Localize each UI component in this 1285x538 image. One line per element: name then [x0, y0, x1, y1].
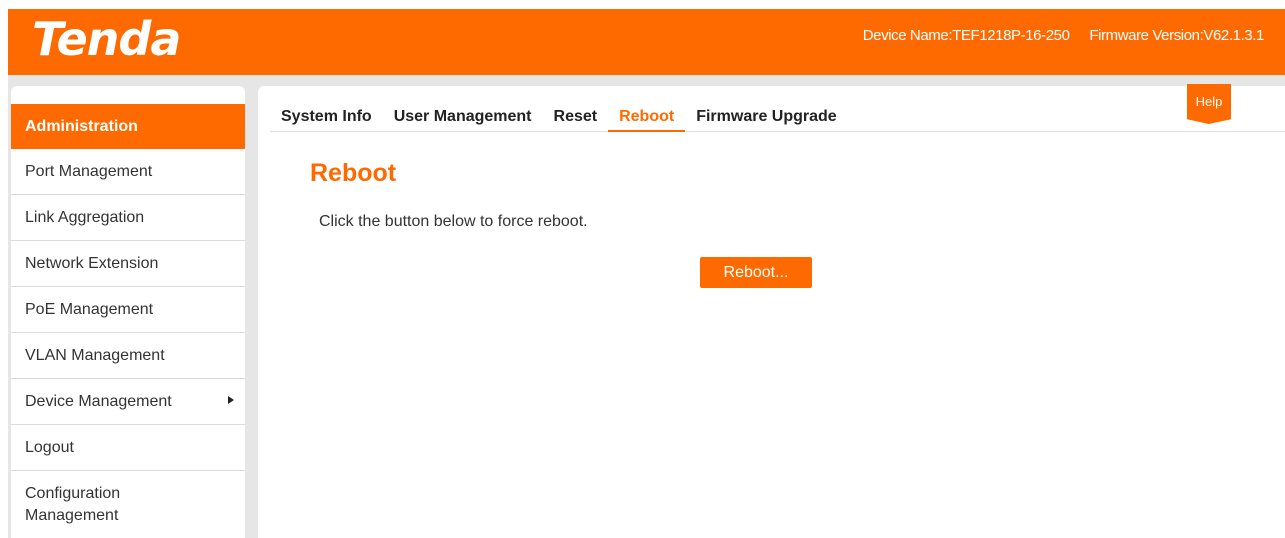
arrow-right-icon: [228, 396, 234, 404]
sidebar-item-network-extension[interactable]: Network Extension: [11, 241, 245, 287]
page-title: Reboot: [310, 159, 397, 187]
sidebar-item-logout[interactable]: Logout: [11, 425, 245, 471]
sidebar-item-device-management[interactable]: Device Management: [11, 379, 245, 425]
device-name: Device Name:TEF1218P-16-250: [862, 27, 1070, 44]
firmware-version: Firmware Version:V62.1.3.1: [1089, 27, 1264, 44]
sidebar-section-administration[interactable]: Administration: [11, 104, 245, 149]
tab-bar: System Info User Management Reset Reboot…: [270, 104, 1285, 132]
tab-system-info[interactable]: System Info: [270, 104, 383, 132]
top-header: Tenda Device Name:TEF1218P-16-250 Firmwa…: [8, 9, 1285, 75]
tab-firmware-upgrade[interactable]: Firmware Upgrade: [685, 104, 847, 132]
sidebar: Administration Port Management Link Aggr…: [11, 86, 245, 538]
sidebar-menu: Port Management Link Aggregation Network…: [11, 149, 245, 538]
page-description: Click the button below to force reboot.: [319, 213, 588, 230]
sidebar-item-port-management[interactable]: Port Management: [11, 149, 245, 195]
sidebar-item-configuration-management[interactable]: Configuration Management: [11, 471, 161, 538]
main-content: System Info User Management Reset Reboot…: [258, 84, 1285, 538]
sidebar-item-link-aggregation[interactable]: Link Aggregation: [11, 195, 245, 241]
help-button[interactable]: Help: [1187, 84, 1231, 124]
sidebar-item-poe-management[interactable]: PoE Management: [11, 287, 245, 333]
tab-reboot[interactable]: Reboot: [608, 104, 686, 132]
sidebar-item-vlan-management[interactable]: VLAN Management: [11, 333, 245, 379]
sidebar-item-label: Device Management: [25, 393, 172, 410]
reboot-button[interactable]: Reboot...: [700, 257, 812, 288]
tenda-logo: Tenda: [32, 12, 181, 66]
device-info: Device Name:TEF1218P-16-250 Firmware Ver…: [847, 27, 1265, 44]
tab-user-management[interactable]: User Management: [383, 104, 543, 132]
tab-reset[interactable]: Reset: [543, 104, 609, 132]
